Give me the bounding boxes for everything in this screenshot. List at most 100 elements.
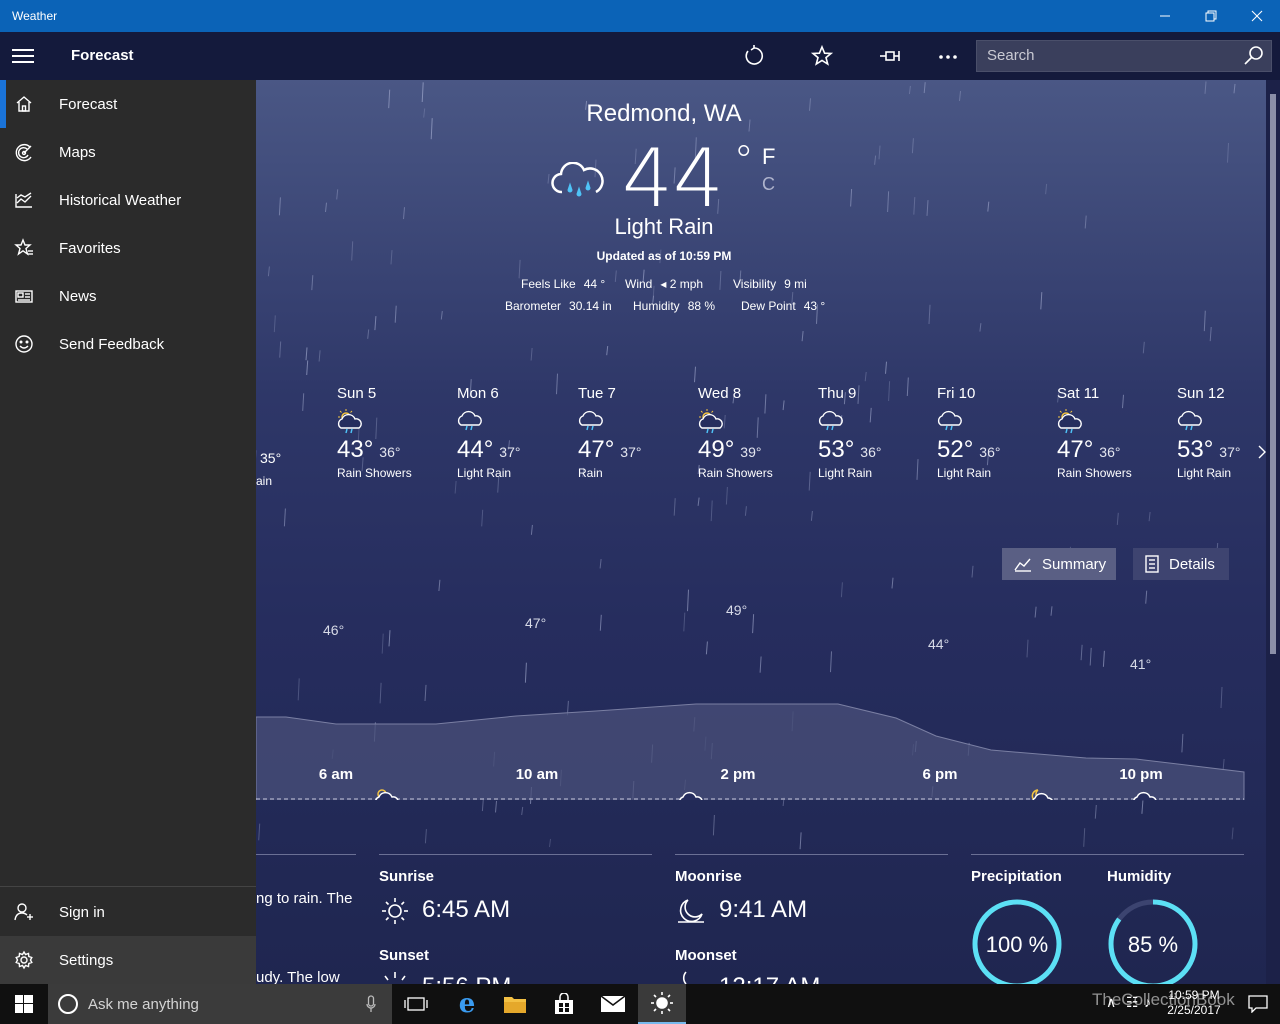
news-icon	[14, 286, 34, 306]
cloud-rain-icon	[1177, 408, 1280, 434]
hamburger-menu-button[interactable]	[12, 46, 36, 66]
nav-item-send-feedback[interactable]: Send Feedback	[0, 320, 256, 368]
day-condition: Rain Showers	[1057, 466, 1132, 480]
cloud-rain-icon	[550, 161, 606, 207]
forecast-content: Redmond, WA 44 ° F C Light Rain Updated a…	[256, 80, 1280, 984]
sun-icon	[651, 992, 673, 1014]
day-condition: Rain Showers	[337, 466, 412, 480]
search-input[interactable]	[987, 47, 1237, 64]
day-name: Sat 11	[1057, 385, 1100, 402]
navigation-pane: Forecast Maps Historical Weather Favorit…	[0, 80, 256, 984]
vertical-scrollbar[interactable]	[1266, 80, 1280, 984]
window-title: Weather	[12, 9, 58, 23]
day-forecast-4[interactable]: Thu 9 53° 36° Light Rain	[818, 385, 928, 480]
cortana-search-box[interactable]: Ask me anything	[48, 984, 392, 1024]
nav-item-sign-in[interactable]: Sign in	[0, 888, 256, 936]
action-center-icon[interactable]	[1248, 995, 1268, 1013]
day-high: 47°	[578, 436, 615, 463]
day-condition: Rain	[578, 466, 603, 480]
search-box	[976, 40, 1272, 72]
nav-item-maps[interactable]: Maps	[0, 128, 256, 176]
day-forecast-5[interactable]: Fri 10 52° 36° Light Rain	[937, 385, 1047, 480]
hourly-temperature-area	[256, 703, 1245, 800]
day-condition: Light Rain	[1177, 466, 1232, 480]
close-button[interactable]	[1234, 0, 1280, 32]
nav-item-favorites[interactable]: Favorites	[0, 224, 256, 272]
minimize-button[interactable]	[1142, 0, 1188, 32]
show-hidden-icons-button[interactable]: ∧	[1106, 994, 1116, 1011]
folder-icon	[504, 997, 526, 1013]
task-view-button[interactable]	[392, 984, 440, 1024]
file-explorer-button[interactable]	[491, 984, 539, 1024]
network-icon[interactable]: ☷	[1126, 994, 1139, 1011]
nav-item-historical-weather[interactable]: Historical Weather	[0, 176, 256, 224]
refresh-icon	[745, 45, 764, 65]
mail-button[interactable]	[589, 984, 637, 1024]
unit-celsius-toggle[interactable]: C	[762, 174, 775, 195]
clock-date: 2/25/2017	[1167, 1003, 1221, 1017]
hourly-temp-label: 44°	[928, 636, 950, 652]
nav-item-label: News	[59, 287, 97, 305]
microphone-icon[interactable]	[366, 995, 376, 1013]
summary-button[interactable]: Summary	[1002, 548, 1116, 580]
day-forecast-6[interactable]: Sat 11 47° 36° Rain Showers	[1057, 385, 1167, 480]
cloud-rain-icon	[457, 408, 567, 434]
day-name: Sun 5	[337, 385, 377, 402]
day-forecast-3[interactable]: Wed 8 49° 39° Rain Showers	[698, 385, 808, 480]
hourly-temp-label: 41°	[1130, 656, 1152, 672]
restore-button[interactable]	[1188, 0, 1234, 32]
forecast-summary-text: udy. The low	[256, 969, 340, 984]
volume-icon[interactable]: ♪	[1144, 994, 1151, 1010]
more-options-button[interactable]	[936, 44, 960, 68]
day-condition: Rain Showers	[698, 466, 773, 480]
windows-logo-icon	[15, 995, 33, 1013]
search-button[interactable]	[1243, 45, 1265, 72]
weather-app-button[interactable]	[638, 984, 686, 1024]
nav-divider	[0, 886, 256, 887]
cloud-rain-icon	[578, 408, 688, 434]
cloud-rain-icon	[818, 408, 928, 434]
scrollbar-thumb[interactable]	[1270, 94, 1276, 654]
forecast-summary-text: ng to rain. The	[256, 890, 353, 907]
home-icon	[14, 94, 34, 114]
favorite-button[interactable]	[810, 44, 834, 68]
day-low: 36°	[379, 444, 401, 460]
day-forecast-7[interactable]: Sun 12 53° 37° Light Rain	[1177, 385, 1280, 480]
current-condition: Light Rain	[614, 214, 714, 239]
moonrise-label: Moonrise	[675, 868, 742, 885]
day-forecast-2[interactable]: Tue 7 47° 37° Rain	[578, 385, 688, 480]
store-button[interactable]	[540, 984, 588, 1024]
hourly-temp-label: 46°	[323, 622, 345, 638]
details-button[interactable]: Details	[1133, 548, 1229, 580]
day-condition: Light Rain	[818, 466, 873, 480]
day-low: 36°	[860, 444, 882, 460]
moonrise-icon	[676, 896, 706, 931]
location-name: Redmond, WA	[586, 100, 742, 127]
cortana-icon	[58, 994, 78, 1014]
day-forecast-0[interactable]: Sun 5 43° 36° Rain Showers	[337, 385, 447, 480]
pin-button[interactable]	[878, 44, 902, 68]
day-name: Fri 10	[937, 385, 976, 402]
sunset-icon	[380, 970, 410, 984]
edge-icon: e	[458, 989, 476, 1019]
day-forecast-1[interactable]: Mon 6 44° 37° Light Rain	[457, 385, 567, 480]
nav-item-settings[interactable]: Settings	[0, 936, 256, 984]
nav-item-news[interactable]: News	[0, 272, 256, 320]
unit-fahrenheit-toggle[interactable]: F	[762, 144, 775, 170]
star-icon	[810, 44, 834, 66]
sun-rain-icon	[337, 408, 447, 434]
refresh-button[interactable]	[742, 44, 766, 68]
start-button[interactable]	[0, 984, 48, 1024]
edge-browser-button[interactable]: e	[443, 984, 491, 1024]
precipitation-label: Precipitation	[971, 868, 1062, 885]
hourly-time-label: 6 pm	[922, 766, 958, 783]
day-high: 47°	[1057, 436, 1094, 463]
hourly-time-label: 10 pm	[1119, 766, 1163, 783]
clock[interactable]: 10:59 PM 2/25/2017	[1154, 988, 1234, 1018]
nav-item-forecast[interactable]: Forecast	[0, 80, 256, 128]
hourly-time-label: 6 am	[318, 766, 354, 783]
page-title: Forecast	[71, 47, 134, 64]
day-name: Wed 8	[698, 385, 742, 402]
app-bar: Forecast	[0, 32, 1280, 80]
moonset-time: 12:17 AM	[719, 973, 820, 984]
